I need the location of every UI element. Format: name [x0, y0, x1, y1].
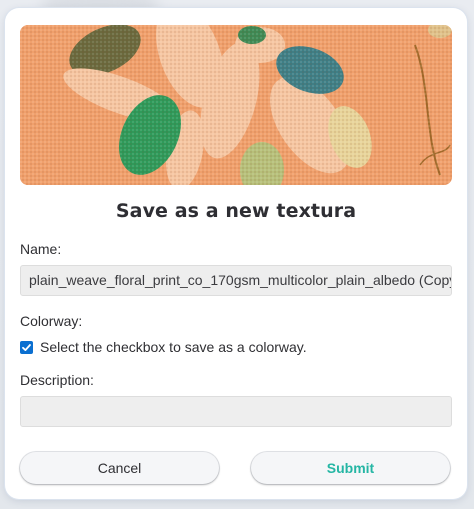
checkmark-icon: [22, 343, 31, 351]
name-label: Name:: [20, 241, 62, 257]
save-texture-dialog: Save as a new textura Name: plain_weave_…: [5, 8, 467, 499]
description-field[interactable]: [20, 396, 452, 427]
colorway-checkbox[interactable]: [20, 340, 33, 354]
description-label: Description:: [20, 372, 94, 388]
colorway-label: Colorway:: [20, 313, 83, 329]
cancel-button[interactable]: Cancel: [20, 452, 219, 484]
fabric-texture-preview-icon: [20, 25, 452, 185]
colorway-checkbox-row[interactable]: Select the checkbox to save as a colorwa…: [20, 338, 307, 356]
dialog-title: Save as a new textura: [115, 200, 357, 222]
colorway-checkbox-label: Select the checkbox to save as a colorwa…: [40, 339, 307, 355]
texture-preview-image: [20, 25, 452, 185]
submit-button[interactable]: Submit: [251, 452, 450, 484]
name-field[interactable]: plain_weave_floral_print_co_170gsm_multi…: [20, 265, 452, 296]
